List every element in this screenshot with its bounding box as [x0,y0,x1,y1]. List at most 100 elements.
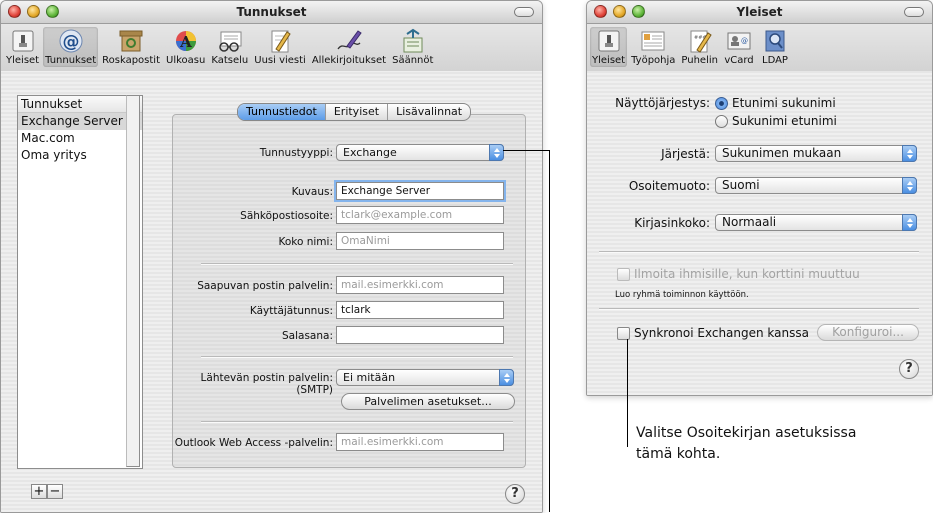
outgoing-server-select[interactable]: Ei mitään [336,369,514,386]
zoom-window-button[interactable] [46,5,59,18]
owa-server-label: Outlook Web Access -palvelin: [174,437,333,449]
display-order-label: Näyttöjärjestys: [615,96,710,110]
title-bar[interactable]: Yleiset [587,1,932,24]
password-label: Salasana: [282,330,333,342]
list-item-oma-yritys[interactable]: Oma yritys [18,147,142,164]
viewing-glasses-icon [219,31,242,52]
owa-server-field[interactable]: mail.esimerkki.com [336,433,504,451]
radio-last-first-label[interactable]: Sukunimi etunimi [732,114,837,128]
window-controls [594,5,645,18]
toolbar-item-tunnukset[interactable]: @ Tunnukset [43,27,99,67]
callout-line-2: tämä kohta. [636,446,721,462]
signature-pen-icon [337,30,362,50]
add-account-button[interactable]: + [31,484,47,499]
description-label: Kuvaus: [291,186,333,198]
sync-exchange-checkbox[interactable] [617,327,630,340]
toolbar-item-puhelin[interactable]: ### Puhelin [679,27,720,67]
junk-mail-icon [119,30,143,52]
toolbar-label: vCard [724,55,754,66]
toolbar-label: Ulkoasu [166,55,206,66]
toolbar-label: Yleiset [6,55,40,66]
toolbar-item-yleiset[interactable]: Yleiset [590,27,628,67]
outgoing-server-label-smtp: (SMTP) [296,384,333,396]
toolbar-label: Puhelin [681,55,718,66]
toolbar-item-roskapostit[interactable]: Roskapostit [100,27,162,67]
tab-tunnustiedot[interactable]: Tunnustiedot [238,104,325,120]
font-size-select[interactable]: Normaali [715,214,917,231]
toolbar-item-ulkoasu[interactable]: A Ulkoasu [164,27,207,67]
preferences-content: Näyttöjärjestys: Etunimi sukunimi Sukuni… [587,71,932,395]
toolbar-label: Yleiset [592,55,626,66]
svg-text:@: @ [741,37,748,45]
accounts-list-scrollbar[interactable] [126,95,140,467]
description-field[interactable]: Exchange Server [336,182,504,200]
incoming-server-field[interactable]: mail.esimerkki.com [336,276,504,294]
email-field[interactable]: tclark@example.com [336,206,504,224]
toolbar-label: Allekirjoitukset [311,55,387,66]
general-switch-icon [598,30,620,52]
title-bar[interactable]: Tunnukset [1,1,542,24]
toolbar-item-uusi-viesti[interactable]: Uusi viesti [252,27,308,67]
sort-select[interactable]: Sukunimen mukaan [715,145,917,162]
close-window-button[interactable] [594,5,607,18]
full-name-field[interactable]: OmaNimi [336,232,504,250]
username-label: Käyttäjätunnus: [249,305,333,317]
password-field[interactable] [336,326,504,344]
zoom-window-button[interactable] [632,5,645,18]
sync-exchange-label[interactable]: Synkronoi Exchangen kanssa [634,326,809,340]
template-card-icon [641,31,665,51]
list-item-exchange-server[interactable]: Exchange Server [18,113,142,130]
font-size-label: Kirjasinkoko: [634,216,710,230]
toolbar-item-ldap[interactable]: LDAP [758,27,792,67]
toolbar-item-katselu[interactable]: Katselu [209,27,250,67]
toolbar-label: Työpohja [631,55,676,66]
preferences-toolbar: Yleiset Työpohja ### Puhelin @ vCard LDA… [587,24,932,74]
configure-button[interactable]: Konfiguroi... [817,324,919,341]
radio-first-last-label[interactable]: Etunimi sukunimi [732,96,836,110]
remove-account-button[interactable]: − [47,484,63,499]
address-format-select[interactable]: Suomi [715,177,917,194]
toolbar-toggle-button[interactable] [514,7,534,17]
toolbar-item-saannot[interactable]: Säännöt [390,27,435,67]
close-window-button[interactable] [8,5,21,18]
list-item-mac-com[interactable]: Mac.com [18,130,142,147]
radio-first-last[interactable] [715,97,728,110]
help-button[interactable]: ? [505,484,525,504]
tab-erityiset[interactable]: Erityiset [324,104,387,120]
font-size-value: Normaali [722,215,777,229]
email-label: Sähköpostiosoite: [240,210,333,222]
preferences-content: Tunnukset Exchange Server Mac.com Oma yr… [1,71,542,512]
callout-line-vertical [549,150,550,512]
toolbar-item-vcard[interactable]: @ vCard [722,27,756,67]
section-divider [201,421,513,423]
popup-arrows-icon [902,214,917,231]
accounts-list-header: Tunnukset [18,96,142,113]
toolbar-toggle-button[interactable] [904,7,924,17]
account-type-select[interactable]: Exchange [336,144,504,161]
username-field[interactable]: tclark [336,301,504,319]
minimize-window-button[interactable] [613,5,626,18]
toolbar-item-allekirjoitukset[interactable]: Allekirjoitukset [310,27,388,67]
accounts-list[interactable]: Tunnukset Exchange Server Mac.com Oma yr… [17,95,143,469]
incoming-server-label: Saapuvan postin palvelin: [197,280,333,292]
window-title: Yleiset [736,5,783,19]
tab-lisavalinnat[interactable]: Lisävalinnat [387,104,470,120]
rules-arrows-icon [403,28,423,53]
general-switch-icon [12,30,34,52]
section-divider [599,308,919,310]
toolbar-item-yleiset[interactable]: Yleiset [4,27,41,67]
notify-checkbox[interactable] [617,268,630,281]
toolbar-label: Uusi viesti [254,55,306,66]
radio-last-first[interactable] [715,115,728,128]
ldap-search-icon [765,30,785,52]
toolbar-label: LDAP [762,55,788,66]
toolbar-item-tyopohja[interactable]: Työpohja [629,27,677,67]
preferences-toolbar: Yleiset @ Tunnukset Roskapostit A Ulkoas… [1,24,542,74]
minimize-window-button[interactable] [27,5,40,18]
vcard-icon: @ [727,32,751,50]
help-button[interactable]: ? [899,359,919,379]
svg-text:@: @ [62,32,79,52]
phone-format-icon: ### [690,30,712,53]
server-settings-button[interactable]: Palvelimen asetukset... [341,393,515,410]
toolbar-label: Tunnukset [45,55,97,66]
